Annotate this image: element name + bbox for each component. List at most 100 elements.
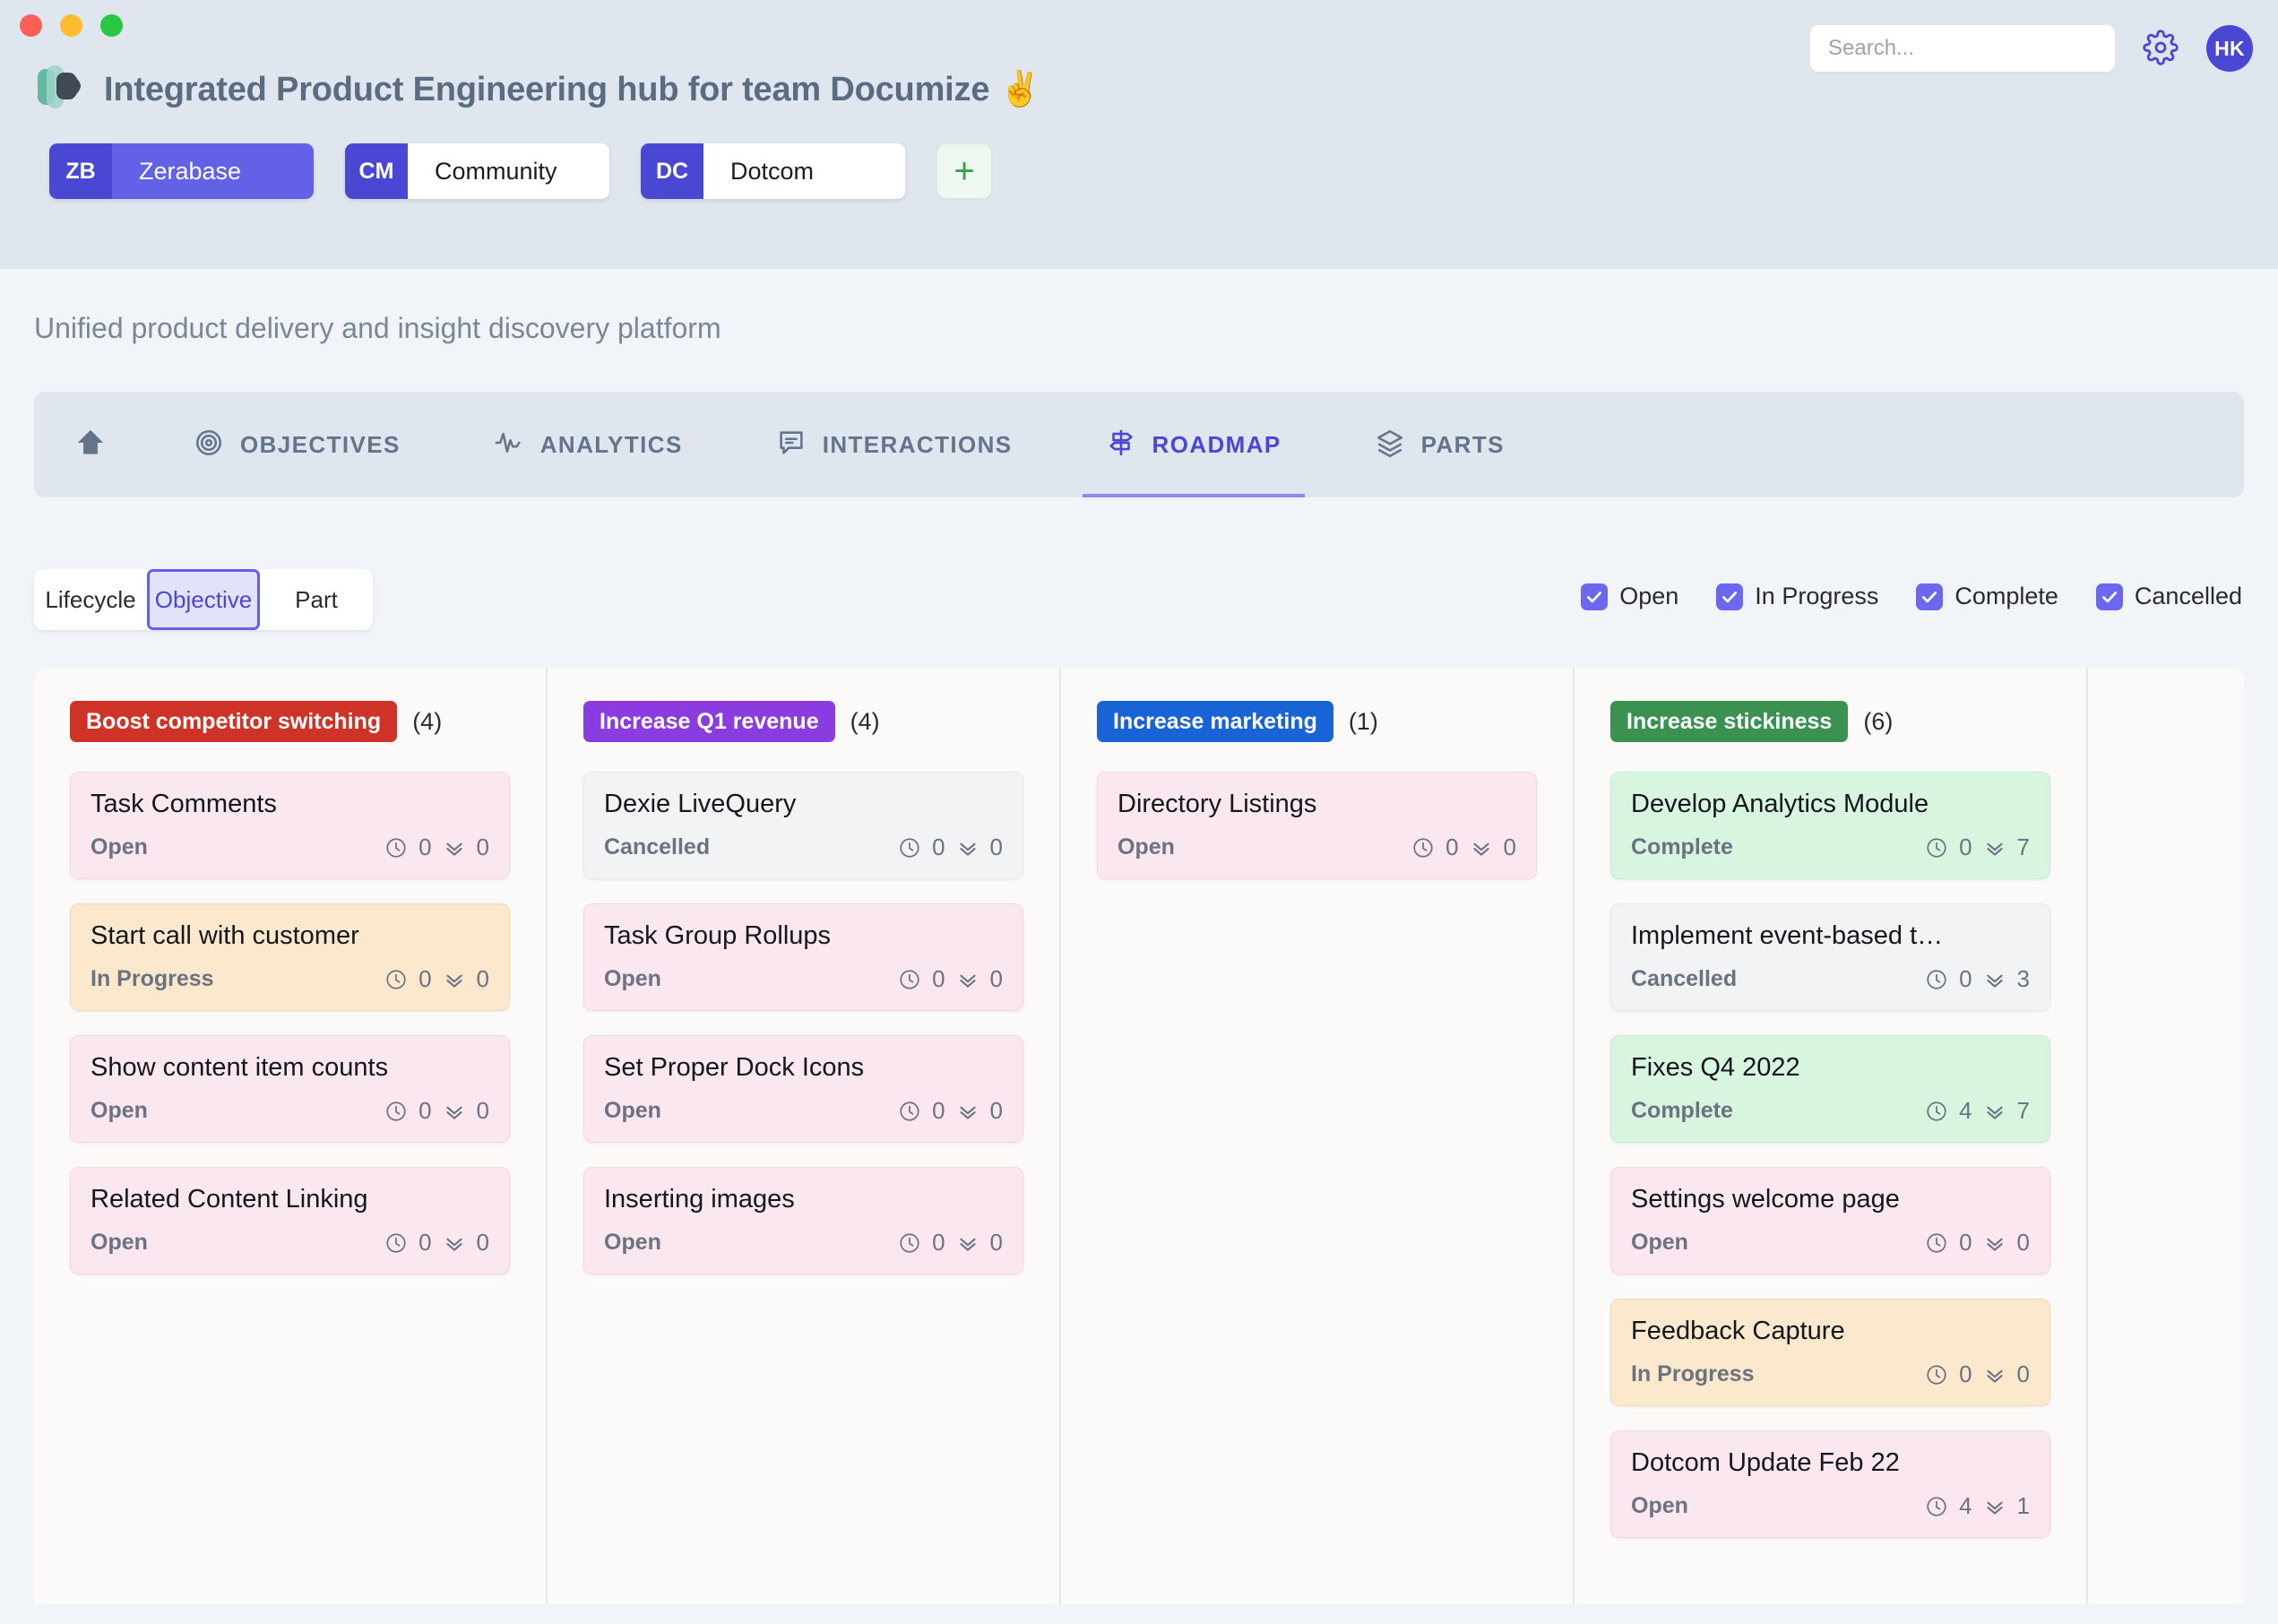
objective-chip[interactable]: Increase marketing [1097, 701, 1333, 742]
project-tab-dotcom[interactable]: DC Dotcom [641, 143, 905, 199]
clock-icon [1925, 836, 1948, 860]
target-icon [194, 428, 224, 462]
objective-chip[interactable]: Increase stickiness [1610, 701, 1849, 742]
group-by-segmented-control: Lifecycle Objective Part [34, 569, 373, 630]
objective-chip[interactable]: Boost competitor switching [70, 701, 398, 742]
roadmap-card[interactable]: Feedback Capture In Progress 0 0 [1610, 1299, 2050, 1406]
objective-chip[interactable]: Increase Q1 revenue [583, 701, 835, 742]
close-window-button[interactable] [20, 14, 42, 37]
card-time-count: 0 [1445, 834, 1459, 860]
card-title: Start call with customer [91, 921, 359, 950]
card-status: Open [1631, 1493, 1688, 1518]
group-by-part[interactable]: Part [260, 569, 373, 630]
card-time-count: 0 [418, 965, 432, 992]
card-title: Fixes Q4 2022 [1631, 1053, 1800, 1082]
checkbox-checked-icon[interactable] [1716, 583, 1744, 610]
roadmap-card[interactable]: Show content item counts Open 0 0 [70, 1035, 510, 1143]
roadmap-card[interactable]: Settings welcome page Open 0 0 [1610, 1167, 2050, 1274]
settings-button[interactable] [2140, 28, 2181, 69]
maximize-window-button[interactable] [100, 14, 123, 37]
roadmap-card[interactable]: Directory Listings Open 0 0 [1097, 772, 1537, 879]
page-title: Integrated Product Engineering hub for t… [104, 70, 1041, 108]
card-meta: Open 0 0 [1631, 1229, 2030, 1257]
card-task-count: 0 [476, 1097, 489, 1124]
pulse-icon [494, 428, 524, 462]
roadmap-card[interactable]: Set Proper Dock Icons Open 0 0 [583, 1035, 1023, 1143]
project-name: Zerabase [112, 143, 314, 199]
double-chevron-down-icon [1983, 1495, 2006, 1518]
avatar[interactable]: HK [2206, 25, 2253, 72]
roadmap-card[interactable]: Related Content Linking Open 0 0 [70, 1167, 510, 1274]
minimize-window-button[interactable] [60, 14, 82, 37]
comment-icon [776, 428, 807, 462]
nav-item-interactions[interactable]: INTERACTIONS [753, 392, 1036, 497]
group-by-lifecycle[interactable]: Lifecycle [34, 569, 147, 630]
nav-item-label: ROADMAP [1152, 430, 1281, 458]
roadmap-card[interactable]: Task Comments Open 0 0 [70, 772, 510, 879]
card-task-count: 1 [2016, 1492, 2030, 1519]
project-tab-community[interactable]: CM Community [345, 143, 609, 199]
add-project-button[interactable]: + [936, 143, 992, 199]
card-status: Open [91, 1098, 148, 1123]
roadmap-card[interactable]: Inserting images Open 0 0 [583, 1167, 1023, 1274]
clock-icon [898, 836, 921, 860]
nav-item-roadmap[interactable]: ROADMAP [1082, 392, 1305, 497]
card-counters: 07 [1925, 834, 2030, 861]
nav-item-objectives[interactable]: OBJECTIVES [170, 392, 424, 497]
checkbox-checked-icon[interactable] [1581, 583, 1609, 610]
card-meta: Complete 0 7 [1631, 834, 2030, 861]
roadmap-card[interactable]: Task Group Rollups Open 0 0 [583, 903, 1023, 1011]
nav-item-analytics[interactable]: ANALYTICS [470, 392, 706, 497]
board-column-header: Increase Q1 revenue (4) [583, 701, 1023, 742]
nav-item-home[interactable] [34, 392, 170, 497]
roadmap-card[interactable]: Fixes Q4 2022 Complete 4 7 [1610, 1035, 2050, 1143]
card-status: Complete [1631, 834, 1733, 860]
home-icon [73, 426, 108, 464]
clock-icon [1411, 836, 1435, 860]
card-counters: 00 [384, 965, 489, 993]
board-column-count: (4) [412, 707, 443, 735]
status-filter-in-progress[interactable]: In Progress [1716, 583, 1878, 610]
card-task-count: 0 [476, 1229, 489, 1256]
signpost-icon [1106, 428, 1136, 462]
clock-icon [1925, 968, 1948, 991]
card-meta: Open 0 0 [1117, 834, 1516, 861]
roadmap-card[interactable]: Dexie LiveQuery Cancelled 0 0 [583, 772, 1023, 879]
status-filter-group: Open In Progress Complete Cancelled [1581, 583, 2242, 610]
card-status: Open [91, 834, 148, 860]
double-chevron-down-icon [443, 1100, 466, 1123]
roadmap-card[interactable]: Start call with customer In Progress 0 0 [70, 903, 510, 1011]
page-subtitle: Unified product delivery and insight dis… [34, 312, 721, 344]
nav-item-parts[interactable]: PARTS [1351, 392, 1528, 497]
card-time-count: 0 [1959, 1361, 1972, 1387]
documize-logo-icon [34, 61, 82, 117]
checkbox-checked-icon[interactable] [1916, 583, 1944, 610]
search-input[interactable] [1810, 25, 2115, 72]
double-chevron-down-icon [1983, 1363, 2006, 1386]
board-column-header: Increase marketing (1) [1097, 701, 1537, 742]
roadmap-card[interactable]: Implement event-based t… Cancelled 0 3 [1610, 903, 2050, 1011]
card-meta: Open 0 0 [91, 834, 489, 861]
card-task-count: 0 [989, 1097, 1003, 1124]
window-titlebar: HK Integrated Product Engineering hub fo… [0, 0, 2278, 269]
status-filter-label: Cancelled [2134, 583, 2242, 609]
status-filter-complete[interactable]: Complete [1916, 583, 2058, 610]
checkbox-checked-icon[interactable] [2095, 583, 2123, 610]
double-chevron-down-icon [956, 836, 979, 860]
clock-icon [384, 1100, 408, 1123]
board-column: Increase Q1 revenue (4) Dexie LiveQuery Can… [548, 668, 1061, 1604]
status-filter-open[interactable]: Open [1581, 583, 1678, 610]
roadmap-card[interactable]: Develop Analytics Module Complete 0 7 [1610, 772, 2050, 879]
card-counters: 00 [384, 1229, 489, 1257]
double-chevron-down-icon [443, 836, 466, 860]
card-time-count: 0 [932, 965, 945, 992]
card-time-count: 0 [1959, 834, 1972, 860]
section-nav: OBJECTIVES ANALYTICS INTERACTIONS ROADMA… [34, 392, 2244, 497]
group-by-objective[interactable]: Objective [147, 569, 260, 630]
roadmap-card[interactable]: Dotcom Update Feb 22 Open 4 1 [1610, 1430, 2050, 1538]
card-meta: Open 0 0 [604, 965, 1003, 993]
card-task-count: 3 [2016, 965, 2030, 992]
project-tab-zerabase[interactable]: ZB Zerabase [49, 143, 314, 199]
status-filter-cancelled[interactable]: Cancelled [2095, 583, 2242, 610]
card-counters: 03 [1925, 965, 2030, 993]
